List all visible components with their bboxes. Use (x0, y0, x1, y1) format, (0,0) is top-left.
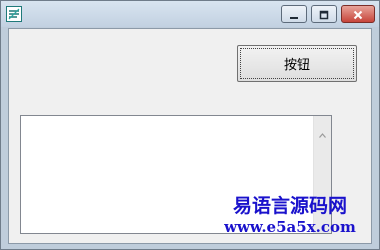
close-icon (353, 5, 363, 24)
client-area: 按钮 (8, 28, 372, 244)
main-button[interactable]: 按钮 (237, 45, 357, 82)
vertical-scrollbar[interactable] (313, 116, 331, 233)
maximize-button[interactable] (311, 5, 337, 23)
text-editbox[interactable] (20, 115, 332, 234)
title-bar[interactable] (1, 1, 379, 27)
close-button[interactable] (341, 5, 375, 23)
minimize-icon (289, 5, 299, 24)
scroll-up-arrow-icon[interactable] (319, 123, 326, 138)
minimize-button[interactable] (281, 5, 307, 23)
maximize-icon (319, 5, 329, 24)
app-logo-icon (6, 6, 22, 22)
app-window: 按钮 易语言源码网 www.e5a5x.com (0, 0, 380, 250)
